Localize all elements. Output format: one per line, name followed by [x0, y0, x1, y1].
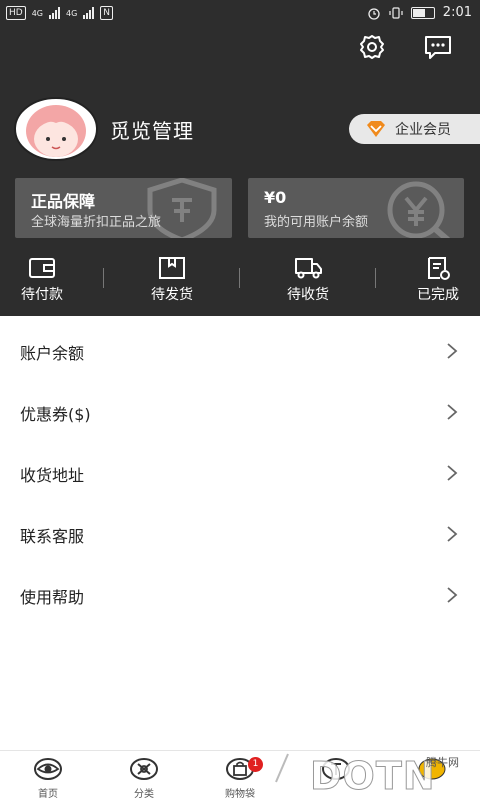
yen-coin-icon	[387, 181, 450, 238]
menu-item-address[interactable]: 收货地址	[0, 442, 480, 503]
menu-item-help[interactable]: 使用帮助	[0, 564, 480, 625]
divider	[239, 268, 240, 288]
profile-header: HD 4G 4G N 2:01 觅览管理 企业会员 正品保障 全球海量折扣正品之…	[0, 0, 480, 316]
menu-item-balance[interactable]: 账户余额	[0, 320, 480, 381]
battery-icon	[410, 6, 435, 19]
order-pending-payment[interactable]: 待付款	[0, 248, 102, 316]
nfc-icon: N	[100, 6, 114, 20]
chat-icon	[425, 36, 451, 59]
category-icon	[130, 758, 158, 780]
menu-item-label: 优惠券($)	[20, 405, 91, 424]
watermark-site: 腾牛网	[426, 756, 459, 769]
messages-button[interactable]	[421, 30, 455, 64]
tab-label: 分类	[134, 789, 154, 800]
balance-amount: ¥0	[264, 188, 287, 207]
card-title: 正品保障	[31, 192, 96, 211]
signal-icon-1	[49, 7, 60, 19]
divider	[103, 268, 104, 288]
order-label: 待收货	[287, 287, 329, 303]
vip-badge[interactable]: 企业会员	[349, 114, 480, 144]
hd-badge: HD	[6, 6, 26, 20]
tab-label: 首页	[38, 789, 58, 800]
signal-label-2: 4G	[66, 8, 78, 18]
menu-item-label: 使用帮助	[20, 588, 85, 607]
signal-label-1: 4G	[31, 8, 43, 18]
chevron-right-icon	[447, 465, 458, 481]
eye-icon	[34, 758, 62, 780]
settings-button[interactable]	[355, 30, 389, 64]
chevron-right-icon	[447, 587, 458, 603]
menu-item-coupons[interactable]: 优惠券($)	[0, 381, 480, 442]
order-pending-shipment[interactable]: 待发货	[112, 248, 232, 316]
menu-item-label: 账户余额	[20, 344, 85, 363]
wallet-icon	[29, 258, 55, 278]
avatar-face-icon	[14, 97, 98, 161]
vibrate-icon	[389, 6, 403, 19]
balance-card[interactable]: ¥0 我的可用账户余额	[248, 178, 464, 238]
tab-category[interactable]: 分类	[96, 751, 192, 801]
diamond-icon	[367, 121, 385, 137]
vip-label: 企业会员	[395, 122, 451, 138]
signal-icon-2	[83, 7, 95, 19]
chevron-right-icon	[447, 343, 458, 359]
card-subtitle: 我的可用账户余额	[264, 215, 369, 230]
chevron-right-icon	[447, 404, 458, 420]
status-time: 2:01	[442, 5, 472, 20]
menu-item-label: 收货地址	[20, 466, 85, 485]
truck-icon	[295, 258, 322, 279]
gear-icon	[360, 35, 384, 59]
watermark: DOTN 腾牛网	[258, 740, 480, 800]
order-status-bar: 待付款 待发货 待收货 已完成	[0, 248, 480, 316]
profile-name[interactable]: 觅览管理	[110, 115, 194, 144]
status-bar: HD 4G 4G N 2:01	[0, 0, 480, 26]
authentic-guarantee-card[interactable]: 正品保障 全球海量折扣正品之旅	[15, 178, 232, 238]
receipt-icon	[428, 257, 450, 280]
menu-item-label: 联系客服	[20, 527, 85, 546]
package-icon	[159, 257, 185, 279]
order-label: 已完成	[417, 287, 459, 303]
tab-home[interactable]: 首页	[0, 751, 96, 801]
settings-menu: 账户余额 优惠券($) 收货地址 联系客服 使用帮助	[0, 320, 480, 625]
watermark-text: DOTN	[310, 754, 436, 799]
menu-item-customer-service[interactable]: 联系客服	[0, 503, 480, 564]
order-label: 待付款	[21, 287, 63, 303]
order-pending-receipt[interactable]: 待收货	[248, 248, 368, 316]
order-label: 待发货	[151, 287, 193, 303]
chevron-right-icon	[447, 526, 458, 542]
order-completed[interactable]: 已完成	[378, 248, 480, 316]
alarm-icon	[368, 7, 380, 20]
avatar[interactable]	[14, 97, 98, 161]
shield-icon	[147, 178, 217, 238]
divider	[375, 268, 376, 288]
